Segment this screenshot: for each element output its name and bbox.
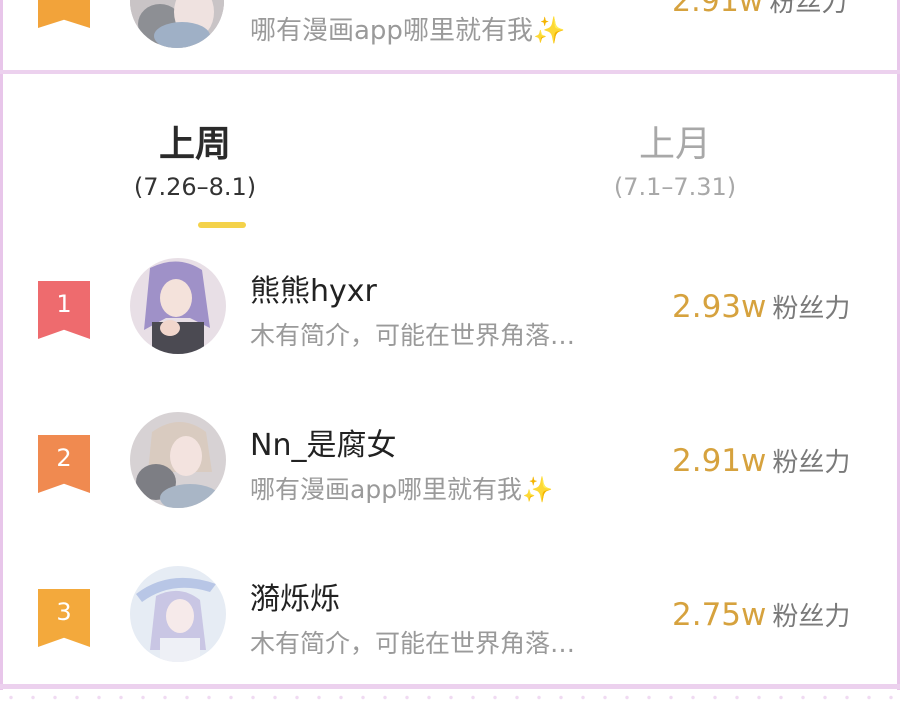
avatar-illustration [130, 566, 226, 662]
avatar[interactable] [130, 412, 226, 508]
fans-power: 2.75w 粉丝力 [672, 596, 850, 633]
user-description: 哪有漫画app哪里就有我✨ [250, 16, 566, 46]
user-name: 漪烁烁 [250, 582, 340, 617]
avatar-illustration [130, 258, 226, 354]
fans-unit: 粉丝力 [772, 602, 851, 632]
rank-badge [38, 0, 90, 28]
rank-badge: 1 [38, 281, 90, 339]
fans-value: 2.91w [672, 443, 767, 479]
user-description: 木有简介，可能在世界角落… [250, 629, 576, 658]
user-name: 熊熊hyxr [250, 274, 377, 309]
fans-power: 2.93w 粉丝力 [672, 288, 850, 325]
ranking-row[interactable]: 1 熊熊hyxr 木有简介，可能在世界角落… 2.93w 粉丝力 [0, 258, 900, 378]
avatar[interactable] [130, 258, 226, 354]
fans-power: 2.91w 粉丝力 [672, 0, 847, 19]
fans-unit: 粉丝力 [772, 294, 851, 324]
fans-value: 2.91w [672, 0, 764, 19]
fans-unit: 粉丝力 [772, 448, 851, 478]
user-description: 哪有漫画app哪里就有我✨ [250, 475, 554, 504]
tab-date-range: (7.1–7.31) [613, 173, 737, 201]
avatar[interactable] [130, 566, 226, 662]
rank-badge: 3 [38, 589, 90, 647]
tab-date-range: (7.26–8.1) [133, 173, 257, 201]
active-tab-indicator [198, 222, 246, 228]
avatar[interactable] [130, 0, 224, 48]
avatar-illustration [130, 412, 226, 508]
fans-power: 2.91w 粉丝力 [672, 442, 850, 479]
tab-label: 上周 [158, 124, 231, 165]
fans-value: 2.75w [672, 597, 767, 633]
fans-value: 2.93w [672, 289, 767, 325]
dotted-divider [0, 692, 900, 703]
ranking-row[interactable]: 3 漪烁烁 木有简介，可能在世界角落… 2.75w 粉丝力 [0, 566, 900, 686]
user-name: Nn_是腐女 [250, 428, 397, 463]
previous-ranking-card[interactable]: 哪有漫画app哪里就有我✨ 2.91w 粉丝力 [0, 0, 900, 74]
tab-last-month[interactable]: 上月 (7.1–7.31) [600, 122, 750, 204]
ranking-row[interactable]: 2 Nn_是腐女 哪有漫画app哪里就有我✨ 2.91w 粉丝力 [0, 412, 900, 532]
avatar-illustration [130, 0, 224, 48]
user-description: 木有简介，可能在世界角落… [250, 321, 576, 350]
rank-badge: 2 [38, 435, 90, 493]
tab-label: 上月 [638, 124, 711, 165]
fans-unit: 粉丝力 [769, 0, 848, 18]
tab-last-week[interactable]: 上周 (7.26–8.1) [130, 122, 260, 204]
